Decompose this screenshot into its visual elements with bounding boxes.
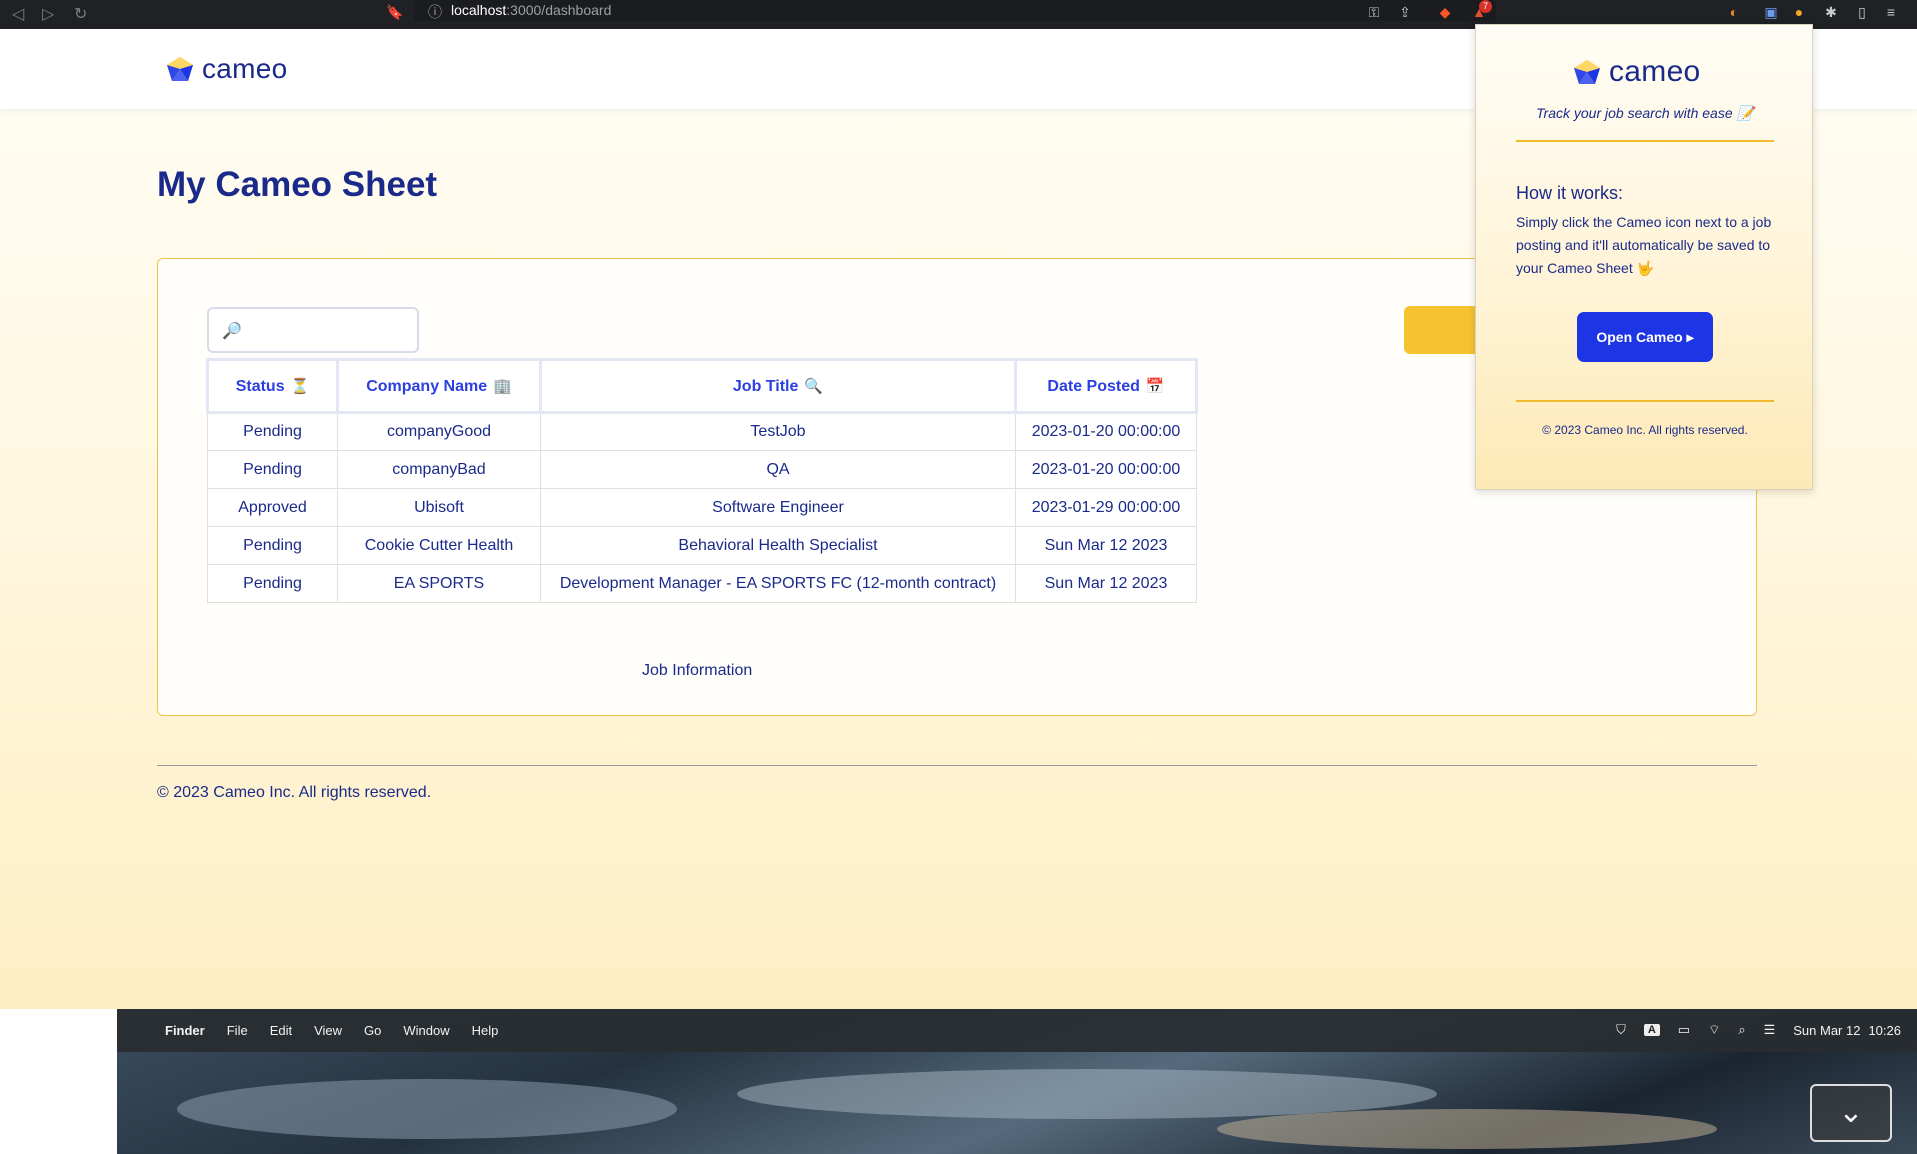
logo-text: cameo [202,53,288,84]
share-icon[interactable]: ⇪ [1396,3,1414,21]
cell-date: 2023-01-20 00:00:00 [1015,450,1197,489]
cell-status: Pending [207,564,338,603]
input-source-icon[interactable]: A [1643,1024,1660,1036]
cell-company: EA SPORTS [337,564,541,603]
page-title: My Cameo Sheet [157,165,438,204]
macos-menu-bar: Finder File Edit View Go Window Help ⛉ A… [117,1009,1917,1052]
cell-status: Pending [207,526,338,565]
search-box[interactable]: 🔎 [207,307,419,353]
header-date-posted[interactable]: Date Posted 📅 [1014,358,1198,414]
cell-job-title: QA [540,450,1016,489]
cameo-extension-icon[interactable]: ● [1790,3,1808,21]
menu-view[interactable]: View [314,1023,342,1038]
popup-copyright: © 2023 Cameo Inc. All rights reserved. [1542,423,1748,437]
back-icon[interactable]: ◁ [12,4,24,24]
spotlight-icon[interactable]: ⌕ [1738,1022,1745,1038]
cell-date: Sun Mar 12 2023 [1015,526,1197,565]
open-cameo-button[interactable]: Open Cameo ▸ [1577,312,1713,362]
menu-window[interactable]: Window [403,1023,449,1038]
table-caption: Job Information [642,662,753,679]
cell-job-title: Software Engineer [540,488,1016,527]
table-row[interactable]: Pending Cookie Cutter Health Behavioral … [207,526,1197,565]
popup-how-title: How it works: [1516,183,1624,203]
search-icon: 🔎 [222,323,242,340]
menu-go[interactable]: Go [364,1023,381,1038]
cell-job-title: Development Manager - EA SPORTS FC (12-m… [540,564,1016,603]
translate-extension-icon[interactable]: ▣ [1762,3,1780,21]
menu-extras: ⛉ A ▭ ⌔ ⌕ ☰ Sun Mar 12 10:26 [1616,1022,1901,1038]
footer-divider [157,765,1757,766]
header-job-title[interactable]: Job Title 🔍 [539,358,1017,414]
forward-icon[interactable]: ▷ [42,4,54,24]
popup-tagline: Track your job search with ease 📝 [1536,105,1754,121]
site-info-icon[interactable]: ⓘ [426,3,444,21]
cameo-logo[interactable]: cameo [166,53,288,85]
brave-shield-icon[interactable]: ◆ [1436,3,1454,21]
cell-status: Pending [207,412,338,451]
menu-help[interactable]: Help [472,1023,499,1038]
wallpaper-wave [1217,1109,1717,1149]
popup-description: Simply click the Cameo icon next to a jo… [1516,214,1772,276]
url-host: localhost [451,2,507,18]
cameo-gem-icon [1574,60,1600,84]
battery-icon[interactable]: ▭ [1678,1022,1690,1038]
menu-file[interactable]: File [227,1023,248,1038]
menu-app-finder[interactable]: Finder [165,1023,205,1038]
cell-company: Cookie Cutter Health [337,526,541,565]
jobs-table: Status ⏳ Company Name 🏢 Job Title 🔍 Date Po… [206,358,1198,603]
menu-time[interactable]: 10:26 [1868,1023,1901,1038]
metamask-extension-icon[interactable]: ◐ [1725,3,1743,21]
popup-logo-text: cameo [1609,55,1701,88]
wifi-icon[interactable]: ⌔ [1708,1022,1720,1038]
screen: ◁ ▷ ↻ 🔖 ⓘ localhost:3000/dashboard ⚿ ⇪ ◆… [0,0,1917,1154]
popup-divider-bottom [1516,400,1774,402]
key-icon[interactable]: ⚿ [1365,3,1383,21]
cell-date: 2023-01-29 00:00:00 [1015,488,1197,527]
table-row[interactable]: Pending companyBad QA 2023-01-20 00:00:0… [207,450,1197,489]
left-blank-strip [0,1009,117,1154]
extensions-icon[interactable]: ✱ [1822,3,1840,21]
cell-status: Approved [207,488,338,527]
sidebar-icon[interactable]: ▯ [1853,3,1871,21]
cell-company: companyGood [337,412,541,451]
table-row[interactable]: Pending companyGood TestJob 2023-01-20 0… [207,412,1197,451]
table-header-row: Status ⏳ Company Name 🏢 Job Title 🔍 Date Po… [206,358,1198,414]
building-icon: 🏢 [493,377,512,395]
header-status[interactable]: Status ⏳ [206,358,339,414]
magnifier-icon: 🔍 [804,377,824,395]
search-input[interactable] [245,317,405,343]
menu-icon[interactable]: ≡ [1882,3,1900,21]
table-row[interactable]: Approved Ubisoft Software Engineer 2023-… [207,488,1197,527]
menu-date[interactable]: Sun Mar 12 [1793,1023,1860,1038]
url-path: :3000/dashboard [506,2,612,18]
footer-copyright: © 2023 Cameo Inc. All rights reserved. [157,784,432,801]
cell-date: 2023-01-20 00:00:00 [1015,412,1197,451]
reload-icon[interactable]: ↻ [74,4,87,24]
cameo-gem-icon [167,57,193,81]
rewards-badge: 7 [1479,0,1492,13]
cell-job-title: TestJob [540,412,1016,451]
popup-divider-top [1516,140,1774,142]
wallpaper-wave [177,1079,677,1139]
hourglass-icon: ⏳ [290,377,310,395]
menu-edit[interactable]: Edit [270,1023,292,1038]
cell-company: companyBad [337,450,541,489]
cameo-extension-popup: cameo Track your job search with ease 📝 … [1475,24,1813,490]
cell-company: Ubisoft [337,488,541,527]
calendar-icon: 📅 [1145,377,1165,395]
cell-date: Sun Mar 12 2023 [1015,564,1197,603]
cell-status: Pending [207,450,338,489]
url-text[interactable]: localhost:3000/dashboard [451,2,611,18]
header-company[interactable]: Company Name 🏢 [336,358,542,414]
bookmark-icon[interactable]: 🔖 [386,3,404,21]
chevron-down-icon[interactable]: ⌄ [1810,1084,1892,1142]
cell-job-title: Behavioral Health Specialist [540,526,1016,565]
bitwarden-icon[interactable]: ⛉ [1616,1022,1626,1038]
popup-logo: cameo [1573,55,1701,89]
control-center-icon[interactable]: ☰ [1764,1022,1776,1038]
table-row[interactable]: Pending EA SPORTS Development Manager - … [207,564,1197,603]
